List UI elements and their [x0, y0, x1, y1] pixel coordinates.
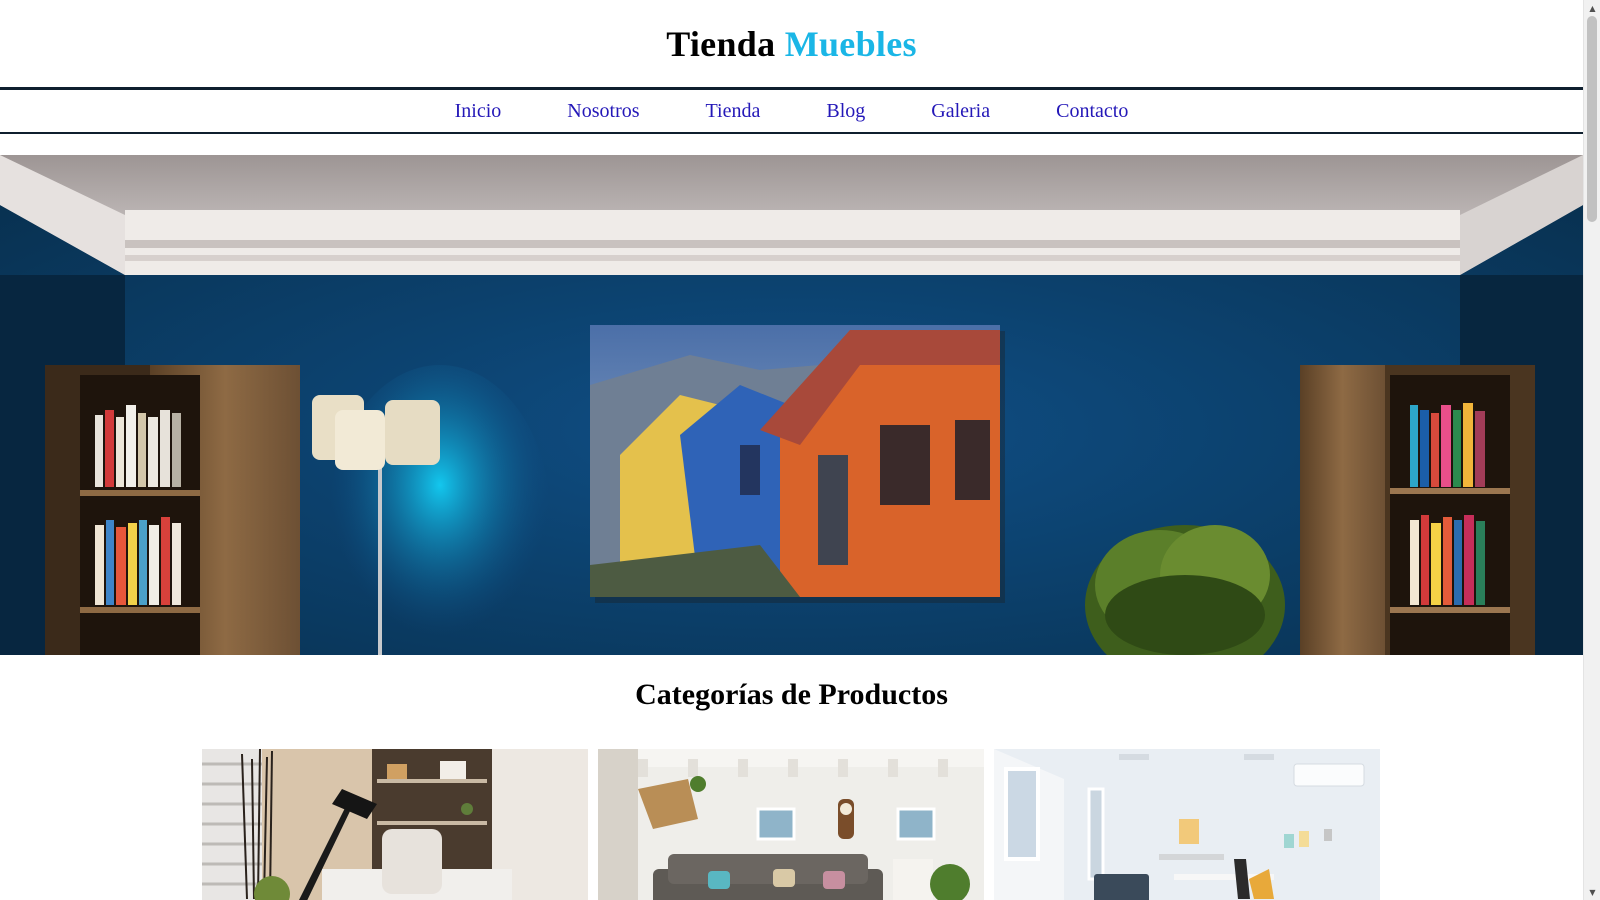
nav-link-blog[interactable]: Blog — [826, 100, 865, 123]
category-card-living[interactable] — [598, 749, 984, 900]
arrow-up-icon[interactable]: ▲ — [1584, 0, 1600, 16]
category-card-dining[interactable] — [994, 749, 1380, 900]
hero-image — [0, 155, 1583, 655]
site-title-main: Tienda — [666, 23, 776, 64]
dining-photo — [994, 749, 1380, 900]
site-header: Tienda Muebles — [0, 0, 1583, 87]
main-navigation: Inicio Nosotros Tienda Blog Galeria Cont… — [0, 87, 1583, 134]
page: Tienda Muebles Inicio Nosotros Tienda Bl… — [0, 0, 1583, 900]
nav-link-nosotros[interactable]: Nosotros — [567, 100, 639, 123]
arrow-down-icon[interactable]: ▼ — [1584, 884, 1600, 900]
section-title-categories: Categorías de Productos — [635, 678, 948, 711]
nav-link-galeria[interactable]: Galeria — [931, 100, 990, 123]
office-photo — [202, 749, 588, 900]
nav-link-inicio[interactable]: Inicio — [455, 100, 502, 123]
living-photo — [598, 749, 984, 900]
site-title[interactable]: Tienda Muebles — [666, 23, 917, 65]
page-scrollbar[interactable]: ▲ ▼ — [1583, 0, 1600, 900]
site-title-accent: Muebles — [784, 23, 917, 64]
nav-link-tienda[interactable]: Tienda — [706, 100, 761, 123]
scrollbar-thumb[interactable] — [1587, 16, 1597, 222]
nav-link-contacto[interactable]: Contacto — [1056, 100, 1128, 123]
hero-illustration — [0, 155, 1583, 655]
category-card-office[interactable] — [202, 749, 588, 900]
category-cards — [202, 749, 1380, 900]
